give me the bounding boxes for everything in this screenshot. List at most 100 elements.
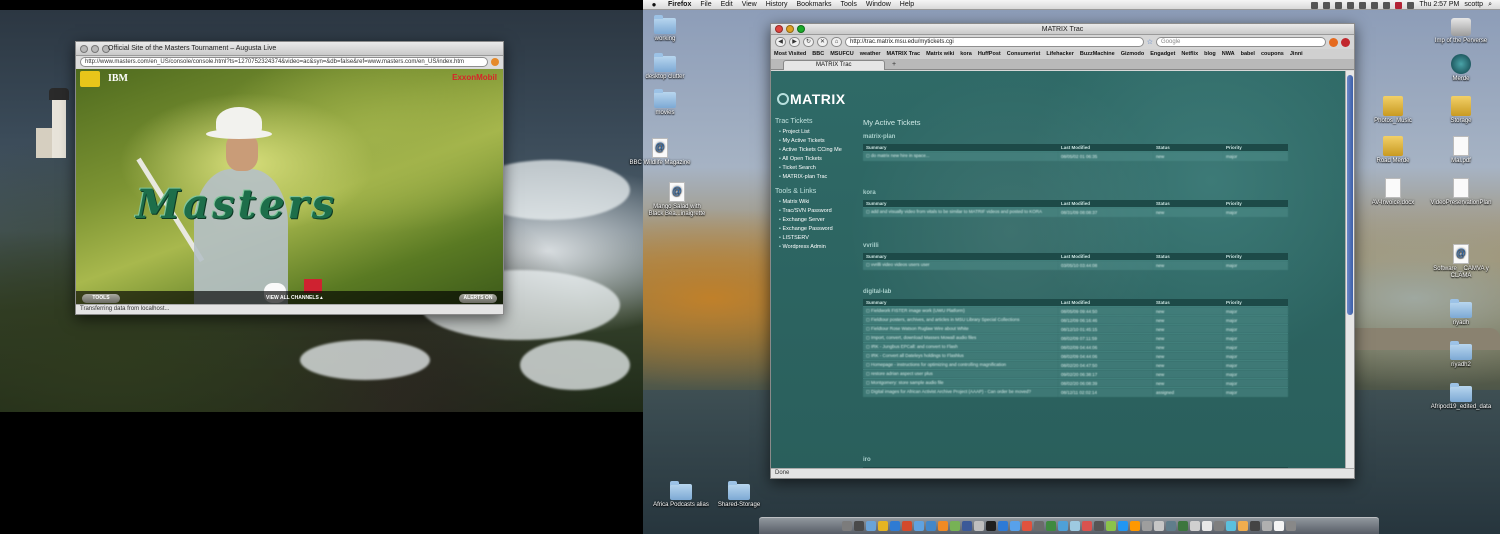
status-app-icon[interactable] — [1323, 1, 1331, 9]
bluetooth-icon[interactable] — [1359, 1, 1367, 9]
column-header[interactable]: Summary — [863, 299, 1058, 307]
vertical-scrollbar[interactable] — [1345, 71, 1354, 468]
close-window-button[interactable] — [80, 45, 88, 53]
ticket-summary-link[interactable]: ◻ Fieldtour Rose Watson Ruglaw Wire abou… — [863, 324, 1058, 334]
status-app-icon[interactable] — [1311, 1, 1319, 9]
dock-app-icon[interactable] — [890, 521, 900, 531]
dock-app-icon[interactable] — [1094, 521, 1104, 531]
dock-app-icon[interactable] — [1166, 521, 1176, 531]
time-machine-menu-icon[interactable] — [1347, 1, 1355, 9]
column-header[interactable]: Status — [1153, 299, 1223, 307]
bookmark-item[interactable]: NWA — [1222, 51, 1235, 57]
bookmark-item[interactable]: BuzzMachine — [1080, 51, 1115, 57]
dock-app-icon[interactable] — [1202, 521, 1212, 531]
forward-arrow-icon[interactable]: ▶ — [789, 37, 800, 47]
link-matrix-wiki[interactable]: Matrix Wiki — [779, 198, 833, 207]
bookmark-item[interactable]: MSUFCU — [830, 51, 854, 57]
dock-app-icon[interactable] — [926, 521, 936, 531]
column-header[interactable]: Status — [1153, 144, 1223, 152]
desktop-file-mango-salad[interactable]: @ Mango Salad with Black Bea...inaigrett… — [645, 182, 709, 218]
desktop-folder-shared-storage[interactable]: Shared-Storage — [707, 481, 771, 509]
column-header[interactable]: Last Modified — [1058, 299, 1153, 307]
masters-browser-window[interactable]: Official Site of the Masters Tournament … — [75, 41, 504, 315]
ticket-summary-link[interactable]: ◻ Montgomery: store sample audio file — [863, 378, 1058, 388]
ticket-summary-link[interactable]: ◻ Fieldwork FISTER image work (UWU Platf… — [863, 306, 1058, 316]
link-matrix-plan-trac[interactable]: MATRIX-plan Trac — [779, 173, 842, 182]
dock-app-icon[interactable] — [1226, 521, 1236, 531]
table-row[interactable]: ◻ restore adrian aspect user plus 09/02/2… — [863, 369, 1288, 379]
trac-titlebar[interactable]: MATRIX Trac — [771, 24, 1354, 35]
firefox-addon-icon[interactable] — [1329, 37, 1338, 47]
battery-icon[interactable] — [1407, 1, 1415, 9]
masters-video-player[interactable]: Masters IBM ExxonMobil TOOLS VIEW ALL CH… — [76, 69, 503, 305]
bookmark-item[interactable]: Most Visited — [774, 51, 806, 57]
apple-menu-icon[interactable]: ● — [649, 0, 659, 10]
firefox-trac-window[interactable]: MATRIX Trac ◀ ▶ ↻ ✕ ⌂ http://trac.matrix… — [770, 23, 1355, 479]
bookmark-item[interactable]: coupons — [1261, 51, 1284, 57]
search-input[interactable]: Google — [1156, 37, 1326, 47]
reload-icon[interactable]: ↻ — [803, 37, 814, 47]
bookmark-item[interactable]: Lifehacker — [1046, 51, 1074, 57]
desktop-drive-road-merde[interactable]: Road Merde — [1361, 136, 1425, 165]
dock-app-icon[interactable] — [962, 521, 972, 531]
bookmark-item[interactable]: Jinni — [1290, 51, 1303, 57]
tools-button[interactable]: TOOLS — [82, 294, 120, 303]
table-row[interactable]: ◻ Digital images for African Activist Ar… — [863, 387, 1288, 397]
scrollbar-thumb[interactable] — [1347, 75, 1353, 315]
dock-app-icon[interactable] — [878, 521, 888, 531]
ticket-summary-link[interactable]: ◻ IRK - Convert all Dateleys holdings to… — [863, 351, 1058, 361]
desktop-drive-photos-music[interactable]: Photos_Music — [1361, 96, 1425, 125]
dock-app-icon[interactable] — [866, 521, 876, 531]
dock-app-icon[interactable] — [1010, 521, 1020, 531]
link-wordpress-admin[interactable]: Wordpress Admin — [779, 243, 833, 252]
desktop-folder-afripod19[interactable]: Afripod19_edited_data — [1429, 383, 1493, 411]
dock-app-icon[interactable] — [1286, 521, 1296, 531]
wifi-icon[interactable] — [1371, 1, 1379, 9]
column-header[interactable]: Last Modified — [1058, 200, 1153, 208]
bookmark-item[interactable]: Consumerist — [1007, 51, 1041, 57]
dock-app-icon[interactable] — [1058, 521, 1068, 531]
link-active-tickets-ccing-me[interactable]: Active Tickets CCing Me — [779, 146, 842, 155]
link-exchange-password[interactable]: Exchange Password — [779, 225, 832, 234]
table-row[interactable]: ◻ do matrix new hire in space... 08/05/02… — [863, 151, 1288, 161]
column-header[interactable]: Summary — [863, 144, 1058, 152]
dock-app-icon[interactable] — [1154, 521, 1164, 531]
ticket-summary-link[interactable]: ◻ add and visually video from vitals to … — [863, 207, 1058, 217]
bookmark-item[interactable]: weather — [860, 51, 881, 57]
dock-app-icon[interactable] — [1142, 521, 1152, 531]
status-app-icon[interactable] — [1335, 1, 1343, 9]
table-row[interactable]: ◻ Montgomery: store sample audio file 08/… — [863, 378, 1288, 388]
back-arrow-icon[interactable]: ◀ — [775, 37, 786, 47]
dock-app-icon[interactable] — [1022, 521, 1032, 531]
dock-app-icon[interactable] — [1178, 521, 1188, 531]
link-all-open-tickets[interactable]: All Open Tickets — [779, 155, 842, 164]
table-row[interactable]: ◻ Fieldtour Rose Watson Ruglaw Wire abou… — [863, 324, 1288, 334]
link-project-list[interactable]: Project List — [779, 128, 842, 137]
desktop-drive-imp-of-the-perverse[interactable]: Imp of the Perverse — [1429, 18, 1493, 45]
ticket-summary-link[interactable]: ◻ restore adrian aspect user plus — [863, 369, 1058, 379]
column-header[interactable]: Status — [1153, 253, 1223, 261]
desktop-drive-storage[interactable]: Storage — [1429, 96, 1493, 125]
desktop-file-bbc-wildlife[interactable]: @ BBC Wildlife Magazine — [628, 138, 692, 167]
ticket-summary-link[interactable]: ◻ vvrilli video videos users user — [863, 260, 1058, 270]
link-my-active-tickets[interactable]: My Active Tickets — [779, 137, 842, 146]
bookmark-item[interactable]: blog — [1204, 51, 1216, 57]
table-row[interactable]: ◻ Homepage - instructions for optimizing… — [863, 360, 1288, 370]
dock-app-icon[interactable] — [1046, 521, 1056, 531]
dock-app-icon[interactable] — [902, 521, 912, 531]
bookmark-item[interactable]: BBC — [812, 51, 824, 57]
view-all-channels-button[interactable]: VIEW ALL CHANNELS ▴ — [266, 294, 323, 303]
menu-window[interactable]: Window — [866, 0, 891, 10]
input-flag-icon[interactable] — [1395, 1, 1403, 9]
masters-url-field[interactable]: http://www.masters.com/en_US/console/con… — [80, 57, 488, 67]
menu-app-firefox[interactable]: Firefox — [668, 0, 691, 10]
table-row[interactable]: ◻ IRK - Convert all Dateleys holdings to… — [863, 351, 1288, 361]
dock-app-icon[interactable] — [854, 521, 864, 531]
dock-app-icon[interactable] — [950, 521, 960, 531]
menu-file[interactable]: File — [700, 0, 711, 10]
table-row[interactable]: ◻ vvrilli video videos users user 03/05/1… — [863, 260, 1288, 270]
bookmark-item[interactable]: kora — [960, 51, 972, 57]
menu-view[interactable]: View — [742, 0, 757, 10]
column-header[interactable]: Last Modified — [1058, 144, 1153, 152]
dock-app-icon[interactable] — [974, 521, 984, 531]
